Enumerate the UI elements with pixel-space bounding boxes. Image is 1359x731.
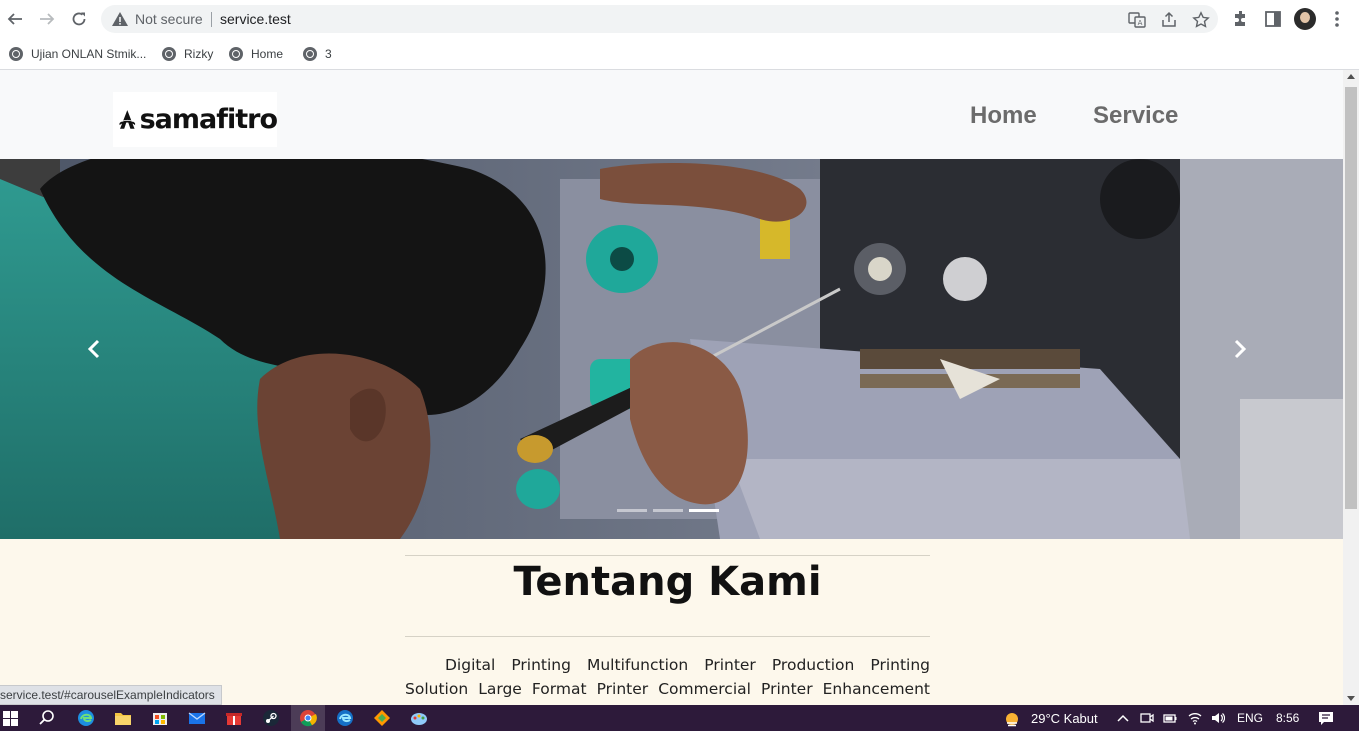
about-text: Digital Printing Multifunction Printer P… — [405, 656, 930, 705]
browser-toolbar: Not secure service.test A — [0, 0, 1359, 38]
carousel-indicator-1[interactable] — [617, 509, 647, 512]
about-title: Tentang Kami — [513, 559, 822, 605]
hero-carousel — [0, 159, 1343, 539]
extensions-icon[interactable] — [1231, 9, 1251, 29]
more-menu-icon[interactable] — [1330, 9, 1344, 29]
chevron-left-icon — [87, 339, 100, 359]
scroll-down-icon[interactable] — [1347, 696, 1355, 701]
nav-link-home[interactable]: Home — [970, 102, 1037, 130]
meet-now-icon[interactable] — [1140, 711, 1154, 725]
bookmark-ujian[interactable]: Ujian ONLAN Stmik... — [9, 44, 146, 64]
volume-icon[interactable] — [1211, 711, 1225, 725]
star-icon[interactable] — [1192, 11, 1210, 29]
globe-icon — [303, 47, 317, 61]
web-page: samafitro Home Service Tentang Kami Digi… — [0, 70, 1343, 705]
scroll-up-icon[interactable] — [1347, 74, 1355, 79]
omnibox-separator — [211, 12, 212, 27]
carousel-indicator-3[interactable] — [689, 509, 719, 512]
globe-icon — [9, 47, 23, 61]
arrow-left-icon — [7, 13, 22, 25]
reload-icon — [72, 12, 86, 26]
logo-text: samafitro — [139, 104, 278, 135]
warning-icon[interactable] — [111, 10, 129, 28]
site-logo[interactable]: samafitro — [113, 92, 278, 147]
bookmark-label: Ujian ONLAN Stmik... — [31, 47, 147, 61]
carousel-next-button[interactable] — [1225, 334, 1255, 364]
svg-text:A: A — [1138, 19, 1143, 27]
chevron-right-icon — [1234, 339, 1247, 359]
sourcetree-icon[interactable] — [373, 709, 391, 727]
side-panel-icon[interactable] — [1263, 9, 1283, 29]
carousel-indicator-2[interactable] — [653, 509, 683, 512]
battery-icon[interactable] — [1163, 711, 1177, 725]
divider-top — [405, 555, 930, 556]
back-button[interactable] — [5, 9, 25, 29]
carousel-slide-image — [0, 159, 1343, 539]
arrow-right-icon — [40, 13, 55, 25]
chrome-icon — [300, 710, 317, 727]
divider-bottom — [405, 636, 930, 637]
steam-icon[interactable] — [262, 709, 280, 727]
taskbar-chrome-active[interactable] — [291, 705, 325, 731]
bookmark-label: Home — [251, 47, 284, 61]
windows-taskbar: 29°C Kabut ENG 8:56 — [0, 705, 1359, 731]
translate-icon[interactable]: A — [1128, 11, 1146, 29]
edge-icon[interactable] — [77, 709, 95, 727]
carousel-prev-button[interactable] — [79, 334, 109, 364]
scrollbar-thumb[interactable] — [1345, 87, 1357, 509]
logo-mark-icon — [119, 109, 136, 129]
nav-link-service[interactable]: Service — [1093, 102, 1178, 130]
notification-center-icon[interactable] — [1318, 710, 1334, 726]
bookmark-label: 3 — [325, 47, 332, 61]
windows-start-icon[interactable] — [3, 711, 18, 726]
site-navbar: samafitro Home Service — [0, 70, 1343, 159]
globe-icon — [162, 47, 176, 61]
share-icon[interactable] — [1160, 11, 1178, 29]
chevron-up-icon[interactable] — [1116, 711, 1130, 725]
file-explorer-icon[interactable] — [114, 709, 132, 727]
reload-button[interactable] — [69, 9, 89, 29]
security-label[interactable]: Not secure — [135, 11, 203, 27]
edge-dev-icon[interactable] — [336, 709, 354, 727]
status-url-tooltip: service.test/#carouselExampleIndicators — [0, 685, 222, 705]
about-section: Tentang Kami Digital Printing Multifunct… — [0, 539, 1343, 705]
paint-app-icon[interactable] — [410, 709, 428, 727]
page-scrollbar[interactable] — [1343, 70, 1359, 705]
address-bar[interactable]: Not secure service.test A — [101, 5, 1218, 33]
weather-text[interactable]: 29°C Kabut — [1031, 711, 1098, 726]
carousel-indicators — [617, 509, 719, 512]
bookmark-rizky[interactable]: Rizky — [162, 44, 213, 64]
weather-icon[interactable] — [1003, 710, 1021, 728]
mail-icon[interactable] — [188, 709, 206, 727]
gift-app-icon[interactable] — [225, 709, 243, 727]
language-indicator[interactable]: ENG — [1237, 711, 1263, 725]
profile-avatar[interactable] — [1294, 8, 1316, 30]
clock-time[interactable]: 8:56 — [1276, 711, 1299, 725]
bookmark-3[interactable]: 3 — [303, 44, 332, 64]
microsoft-store-icon[interactable] — [151, 709, 169, 727]
bookmark-label: Rizky — [184, 47, 214, 61]
bookmark-home[interactable]: Home — [229, 44, 283, 64]
forward-button[interactable] — [37, 9, 57, 29]
url-text[interactable]: service.test — [220, 11, 291, 27]
search-icon[interactable] — [38, 709, 56, 727]
bookmarks-bar: Ujian ONLAN Stmik... Rizky Home 3 — [0, 38, 1359, 70]
globe-icon — [229, 47, 243, 61]
wifi-icon[interactable] — [1188, 711, 1202, 725]
